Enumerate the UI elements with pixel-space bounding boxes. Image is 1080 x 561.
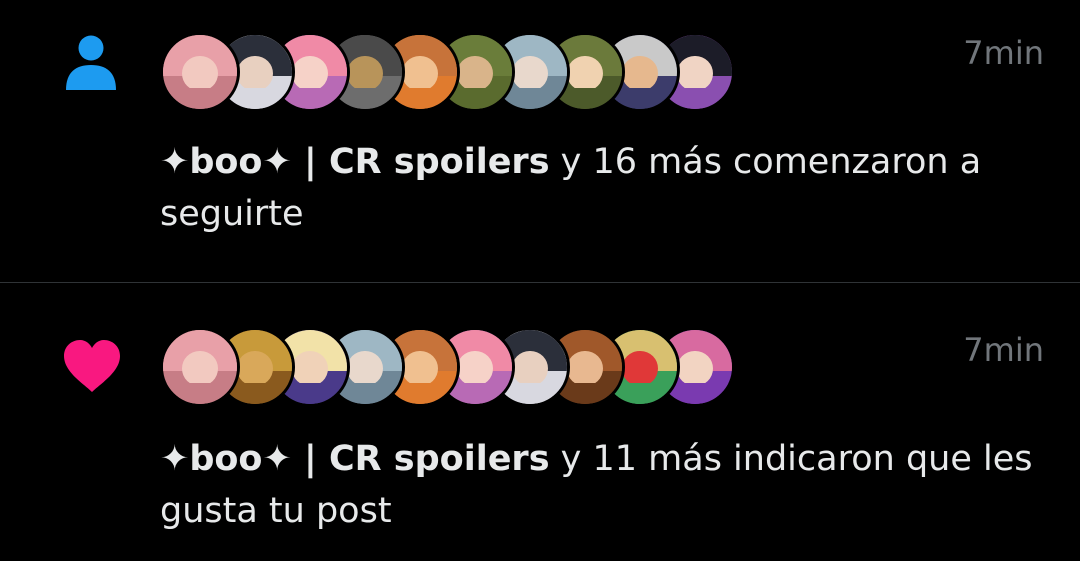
heart-icon xyxy=(64,340,120,392)
notifications-feed: 7min ✦boo✦ | CR spoilers y 16 más comenz… xyxy=(0,0,1080,561)
notification-follow[interactable]: 7min ✦boo✦ | CR spoilers y 16 más comenz… xyxy=(0,0,1080,282)
notification-text[interactable]: ✦boo✦ | CR spoilers y 16 más comenzaron … xyxy=(160,136,1040,240)
notification-time: 7min xyxy=(963,331,1044,369)
actor-name[interactable]: ✦boo✦ | CR spoilers xyxy=(160,142,550,182)
actor-name[interactable]: ✦boo✦ | CR spoilers xyxy=(160,439,550,479)
avatar[interactable] xyxy=(160,32,240,112)
avatar[interactable] xyxy=(160,327,240,407)
notification-text[interactable]: ✦boo✦ | CR spoilers y 11 más indicaron q… xyxy=(160,433,1040,537)
notification-time: 7min xyxy=(963,34,1044,72)
person-icon xyxy=(66,35,116,90)
notification-like[interactable]: 7min ✦boo✦ | CR spoilers y 11 más indica… xyxy=(0,283,1080,561)
